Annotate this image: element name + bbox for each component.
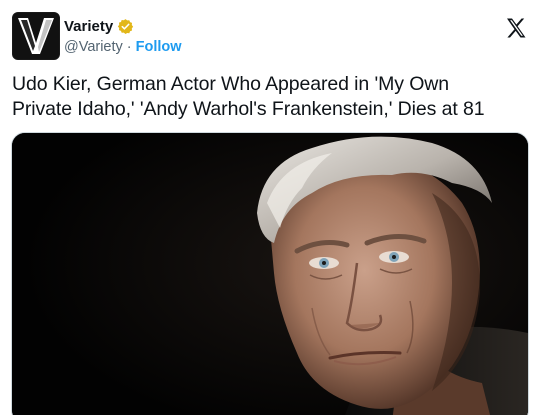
portrait-photo [12,133,528,415]
account-handle[interactable]: @Variety [64,39,123,55]
handle-row: @Variety · Follow [64,39,182,55]
name-row: Variety [64,16,134,36]
display-name[interactable]: Variety [64,18,113,35]
x-logo-icon[interactable] [504,16,528,40]
verified-badge-icon [117,18,134,35]
avatar[interactable] [12,12,60,60]
tweet-text: Udo Kier, German Actor Who Appeared in '… [12,72,532,122]
separator-dot: · [126,39,132,55]
tweet-media-photo[interactable] [11,132,529,415]
tweet-header: Variety @Variety · Follow [12,12,532,60]
variety-v-logo-icon [13,13,59,59]
tweet-text-line: Private Idaho,' 'Andy Warhol's Frankenst… [12,98,485,120]
follow-button[interactable]: Follow [136,39,182,55]
tweet-text-line: Udo Kier, German Actor Who Appeared in '… [12,73,449,95]
